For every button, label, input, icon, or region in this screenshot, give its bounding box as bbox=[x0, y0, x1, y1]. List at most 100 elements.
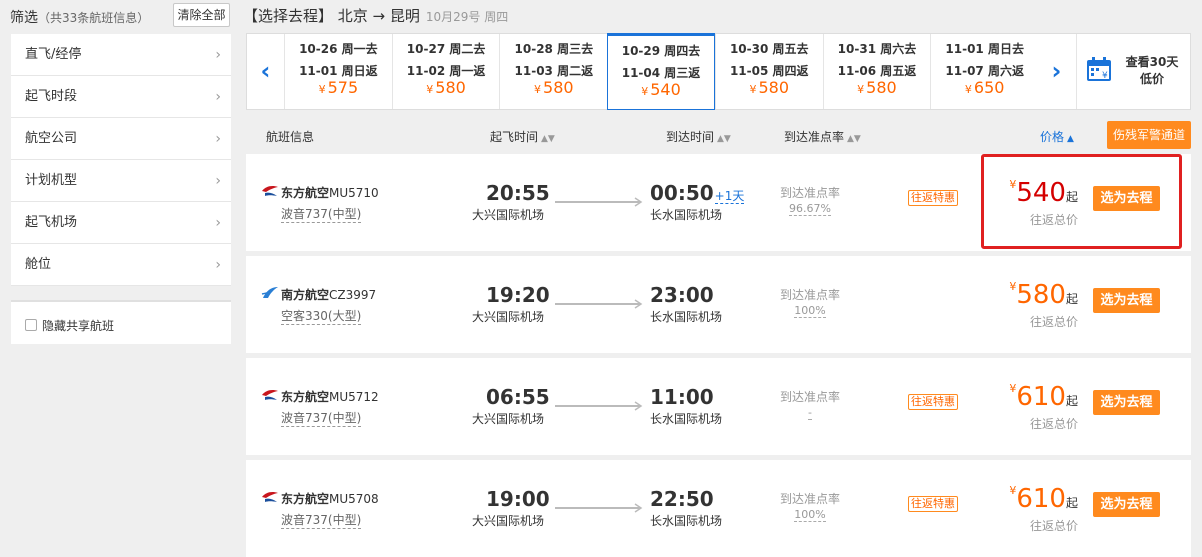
hide-shared-checkbox[interactable] bbox=[25, 319, 37, 331]
date-go: 10-28 周三去 bbox=[514, 42, 594, 56]
date-price: ¥650 bbox=[964, 78, 1005, 97]
date-price: ¥580 bbox=[534, 78, 574, 97]
filter-header: 筛选（共33条航班信息） 清除全部 bbox=[0, 0, 232, 30]
aircraft-type[interactable]: 波音737(中型) bbox=[281, 205, 362, 223]
date-option[interactable]: 10-30 周五去 11-05 周四返 ¥580 bbox=[714, 34, 823, 109]
sort-dep-time[interactable]: 起飞时间 ▲▼ bbox=[490, 128, 555, 145]
departure-time: 19:00 bbox=[486, 487, 550, 511]
price-subtitle: 往返总价 bbox=[1030, 519, 1079, 533]
airline-name: 东方航空MU5708 bbox=[281, 492, 379, 506]
on-time-rate[interactable]: - bbox=[780, 406, 840, 420]
sidebar-item-label: 起飞机场 bbox=[25, 215, 78, 230]
sidebar-filter-item[interactable]: 直飞/经停 › bbox=[11, 34, 231, 76]
route-date: 10月29号 周四 bbox=[425, 10, 509, 24]
on-time-label: 到达准点率 bbox=[780, 186, 841, 200]
flight-arrow-icon bbox=[555, 197, 643, 207]
arrival-airport: 长水国际机场 bbox=[650, 514, 723, 528]
chevron-right-icon: › bbox=[215, 215, 221, 231]
sidebar-item-label: 计划机型 bbox=[25, 173, 78, 188]
sort-icon: ▲▼ bbox=[847, 134, 861, 144]
date-back: 11-01 周日返 bbox=[299, 64, 378, 78]
date-back: 11-06 周五返 bbox=[837, 64, 917, 78]
date-back: 11-07 周六返 bbox=[945, 64, 1024, 78]
flight-row: 东方航空MU5708 波音737(中型) 19:00 大兴国际机场 22:50 长水国际机… bbox=[246, 460, 1191, 557]
select-outbound-button[interactable]: 选为去程 bbox=[1093, 288, 1160, 313]
china-southern-logo-icon bbox=[261, 287, 278, 298]
sidebar-filter-item[interactable]: 计划机型 › bbox=[11, 160, 231, 202]
sidebar-filter-item[interactable]: 舱位 › bbox=[11, 244, 231, 286]
date-go: 10-30 周五去 bbox=[729, 42, 809, 56]
date-option[interactable]: 10-26 周一去 11-01 周日返 ¥575 bbox=[284, 34, 392, 109]
on-time-label: 到达准点率 bbox=[780, 288, 841, 302]
sidebar-item-label: 舱位 bbox=[25, 257, 52, 272]
flight-price: ¥580起 bbox=[1009, 280, 1078, 310]
chevron-right-icon: › bbox=[215, 173, 221, 189]
clear-all-button[interactable]: 清除全部 bbox=[173, 3, 230, 27]
departure-airport: 大兴国际机场 bbox=[472, 208, 545, 222]
airline-name: 东方航空MU5710 bbox=[281, 186, 379, 200]
price-subtitle: 往返总价 bbox=[1030, 417, 1079, 431]
date-carousel: ‹ 10-26 周一去 11-01 周日返 ¥575 10-27 周二去 11-02 周… bbox=[246, 33, 1191, 110]
aircraft-type[interactable]: 空客330(大型) bbox=[281, 307, 362, 325]
china-eastern-logo-icon bbox=[262, 186, 278, 196]
hide-shared-option[interactable]: 隐藏共享航班 bbox=[11, 300, 231, 344]
on-time-rate[interactable]: 96.67% bbox=[780, 202, 840, 216]
sort-on-time[interactable]: 到达准点率 ▲▼ bbox=[784, 128, 861, 145]
airline-name: 南方航空CZ3997 bbox=[281, 288, 377, 302]
china-eastern-logo-icon bbox=[262, 390, 278, 400]
select-outbound-button[interactable]: 选为去程 bbox=[1093, 390, 1160, 415]
prev-dates-arrow-icon[interactable]: ‹ bbox=[247, 34, 284, 109]
departure-time: 06:55 bbox=[486, 385, 550, 409]
on-time-label: 到达准点率 bbox=[780, 390, 841, 404]
date-option[interactable]: 10-31 周六去 11-06 周五返 ¥580 bbox=[822, 34, 931, 109]
date-back: 11-02 周一返 bbox=[406, 64, 486, 78]
date-back: 11-03 周二返 bbox=[514, 64, 594, 78]
calendar-30-days-button[interactable]: ¥ 查看30天 低价 bbox=[1076, 34, 1191, 109]
date-option[interactable]: 10-28 周三去 11-03 周二返 ¥580 bbox=[499, 34, 607, 109]
sidebar-item-label: 航空公司 bbox=[25, 131, 78, 146]
flight-price: ¥610起 bbox=[1009, 382, 1078, 412]
date-option[interactable]: 10-29 周四去 11-04 周三返 ¥540 bbox=[607, 33, 715, 110]
sort-icon: ▲▼ bbox=[717, 134, 731, 144]
date-price: ¥575 bbox=[318, 78, 359, 97]
flight-number: MU5712 bbox=[329, 390, 379, 404]
on-time-label: 到达准点率 bbox=[780, 492, 841, 506]
date-cells: 10-26 周一去 11-01 周日返 ¥575 10-27 周二去 11-02 周一返… bbox=[284, 33, 1038, 110]
price-highlight-box bbox=[981, 154, 1182, 249]
chevron-right-icon: › bbox=[215, 257, 221, 273]
aircraft-type[interactable]: 波音737(中型) bbox=[281, 409, 362, 427]
next-dates-arrow-icon[interactable]: › bbox=[1038, 34, 1075, 109]
on-time-rate[interactable]: 100% bbox=[780, 508, 840, 522]
date-price: ¥580 bbox=[749, 78, 789, 97]
date-back: 11-04 周三返 bbox=[621, 66, 701, 80]
col-flight-info: 航班信息 bbox=[266, 130, 315, 144]
sidebar-filter-item[interactable]: 起飞时段 › bbox=[11, 76, 231, 118]
date-option[interactable]: 10-27 周二去 11-02 周一返 ¥580 bbox=[391, 34, 500, 109]
chevron-right-icon: › bbox=[215, 47, 221, 63]
aircraft-type[interactable]: 波音737(中型) bbox=[281, 511, 362, 529]
next-day-badge[interactable]: +1天 bbox=[714, 189, 745, 204]
disabled-military-channel-button[interactable]: 伤残军警通道 bbox=[1107, 121, 1191, 149]
arrival-time: 22:50 bbox=[650, 487, 714, 511]
sort-arr-time[interactable]: 到达时间 ▲▼ bbox=[666, 128, 731, 145]
date-price: ¥540 bbox=[641, 80, 681, 99]
svg-text:¥: ¥ bbox=[1102, 71, 1108, 81]
arrival-time: 23:00 bbox=[650, 283, 714, 307]
date-option[interactable]: 11-01 周日去 11-07 周六返 ¥650 bbox=[930, 34, 1038, 109]
sort-price[interactable]: 价格 ▲ bbox=[1040, 128, 1074, 145]
filter-sidebar: 直飞/经停 › 起飞时段 › 航空公司 › 计划机型 › 起飞机场 › 舱位 › bbox=[11, 34, 231, 286]
date-go: 11-01 周日去 bbox=[945, 42, 1024, 56]
departure-time: 19:20 bbox=[486, 283, 550, 307]
on-time-rate[interactable]: 100% bbox=[780, 304, 840, 318]
list-header: 航班信息 起飞时间 ▲▼ 到达时间 ▲▼ 到达准点率 ▲▼ 价格 ▲ 伤残军警通道 bbox=[246, 120, 1191, 150]
sidebar-filter-item[interactable]: 起飞机场 › bbox=[11, 202, 231, 244]
arrival-airport: 长水国际机场 bbox=[650, 412, 723, 426]
date-price: ¥580 bbox=[426, 78, 466, 97]
select-outbound-button[interactable]: 选为去程 bbox=[1093, 492, 1160, 517]
departure-airport: 大兴国际机场 bbox=[472, 310, 545, 324]
sidebar-filter-item[interactable]: 航空公司 › bbox=[11, 118, 231, 160]
date-go: 10-27 周二去 bbox=[406, 42, 486, 56]
sidebar-item-label: 直飞/经停 bbox=[25, 47, 82, 62]
sidebar-item-label: 起飞时段 bbox=[25, 89, 78, 104]
departure-airport: 大兴国际机场 bbox=[472, 514, 545, 528]
